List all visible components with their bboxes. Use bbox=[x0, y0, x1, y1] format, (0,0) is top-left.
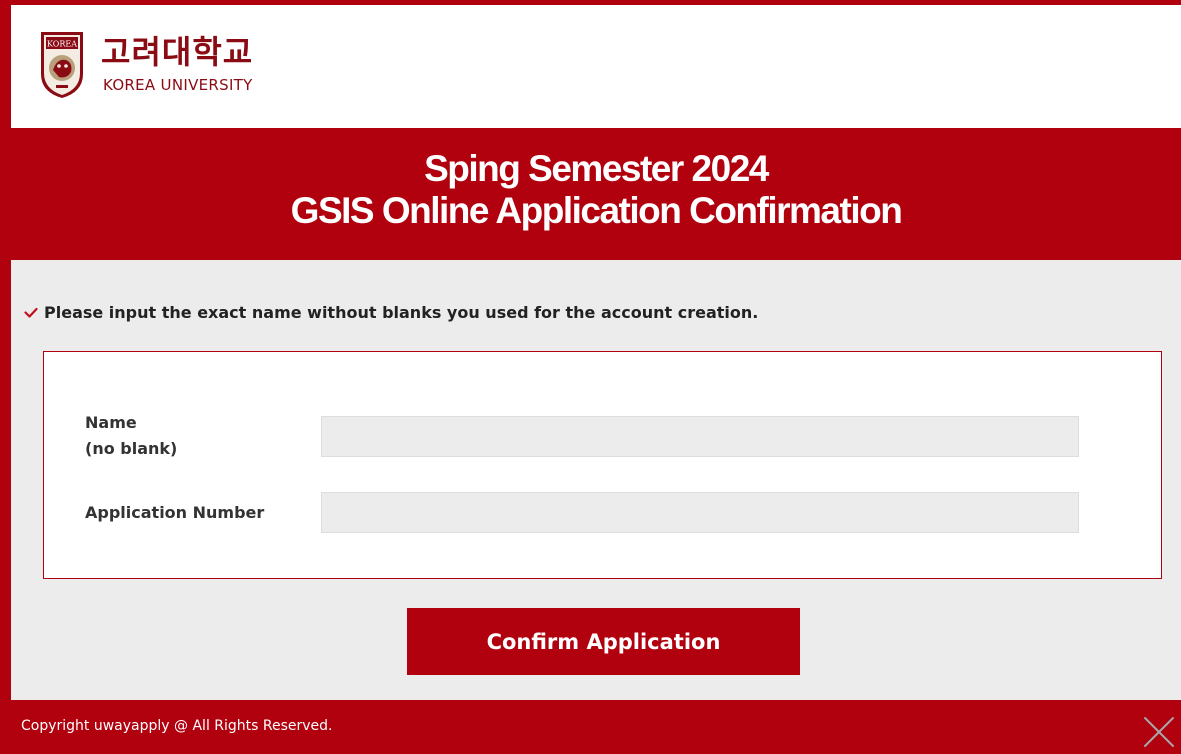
application-number-input[interactable] bbox=[321, 492, 1079, 533]
confirmation-form: Name (no blank) Application Number bbox=[43, 351, 1162, 579]
notice-message: Please input the exact name without blan… bbox=[24, 301, 758, 325]
logo-korean-name: 고려대학교 bbox=[101, 33, 254, 71]
confirm-application-button[interactable]: Confirm Application bbox=[407, 608, 800, 675]
close-icon[interactable] bbox=[1139, 712, 1179, 752]
check-icon bbox=[24, 307, 38, 318]
banner-title-line1: Sping Semester 2024 bbox=[424, 148, 769, 189]
name-label-line2: (no blank) bbox=[85, 439, 178, 458]
title-banner: Sping Semester 2024 GSIS Online Applicat… bbox=[11, 128, 1181, 260]
name-label-line1: Name bbox=[85, 413, 137, 432]
korea-university-logo: KOREA 고려대학교 KOREA UNIVERSITY bbox=[39, 30, 399, 100]
copyright-text: Copyright uwayapply @ All Rights Reserve… bbox=[21, 718, 333, 734]
notice-text: Please input the exact name without blan… bbox=[44, 303, 759, 322]
application-number-label: Application Number bbox=[85, 503, 265, 522]
header: KOREA 고려대학교 KOREA UNIVERSITY bbox=[11, 5, 1181, 128]
crest-text: KOREA bbox=[47, 40, 77, 49]
name-label: Name (no blank) bbox=[85, 410, 177, 462]
name-input[interactable] bbox=[321, 416, 1079, 457]
name-row: Name (no blank) bbox=[44, 410, 1161, 464]
footer: Copyright uwayapply @ All Rights Reserve… bbox=[11, 700, 1181, 754]
logo-english-name: KOREA UNIVERSITY bbox=[103, 76, 253, 94]
crest-icon: KOREA bbox=[41, 32, 83, 98]
application-confirm-window: KOREA 고려대학교 KOREA UNIVERSITY Sping Semes… bbox=[11, 5, 1181, 754]
banner-title-line2: GSIS Online Application Confirmation bbox=[290, 190, 903, 231]
application-number-row: Application Number bbox=[44, 492, 1161, 534]
